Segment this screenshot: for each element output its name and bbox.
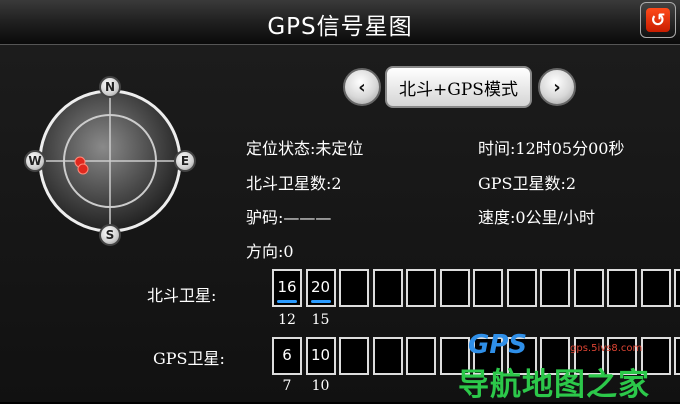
signal-bar xyxy=(310,300,331,303)
prev-mode-button[interactable]: ‹ xyxy=(343,68,381,106)
compass-dial xyxy=(38,89,182,233)
chevron-right-icon: › xyxy=(553,76,561,98)
satellite-id: 15 xyxy=(311,312,330,328)
satellite-compass: N S W E xyxy=(22,76,198,246)
satellite-id: 7 xyxy=(282,378,292,394)
beidou-count: 北斗卫星数:2 xyxy=(246,174,342,193)
satellite-slot: 6 xyxy=(272,337,302,375)
satellite-slot xyxy=(339,337,369,375)
page-title: GPS信号星图 xyxy=(267,14,413,40)
satellite-slot xyxy=(506,269,537,307)
watermark-logo: GPS xyxy=(468,330,528,360)
satellite-signal-value: 20 xyxy=(310,278,331,296)
satellite-slot xyxy=(473,269,503,307)
satellite-slot xyxy=(540,269,570,307)
satellite-dot xyxy=(77,163,89,175)
gps-count: GPS卫星数:2 xyxy=(478,174,577,193)
speed-readout: 速度:0公里/小时 xyxy=(478,208,595,227)
satellite-slot xyxy=(674,337,680,375)
satellite-signal-value: 6 xyxy=(282,346,292,364)
satellite-slot xyxy=(439,269,470,307)
satellite-slot xyxy=(372,337,403,375)
satellite-slot xyxy=(674,269,680,307)
back-button[interactable]: ↺ xyxy=(640,2,676,38)
satellite-slot xyxy=(372,269,403,307)
watermark-text: 导航地图之家 xyxy=(458,367,650,403)
satellite-slot: 16 xyxy=(272,269,302,307)
satellite-signal-value: 10 xyxy=(310,346,331,364)
compass-east: E xyxy=(174,150,196,172)
compass-north: N xyxy=(99,76,121,98)
satellite-slot xyxy=(607,269,637,307)
satellite-slot xyxy=(640,269,671,307)
chevron-left-icon: ‹ xyxy=(358,76,366,98)
satellite-slot: 20 xyxy=(305,269,336,307)
title-bar: GPS信号星图 ↺ xyxy=(0,0,680,45)
next-mode-button[interactable]: › xyxy=(538,68,576,106)
mode-label[interactable]: 北斗+GPS模式 xyxy=(385,66,532,108)
satellite-slot xyxy=(406,337,436,375)
altitude-readout: 驴码:——— xyxy=(246,208,332,227)
satellite-id: 10 xyxy=(311,378,330,394)
satellite-slot xyxy=(339,269,369,307)
gps-row-label: GPS卫星: xyxy=(153,349,225,368)
watermark-url: gps.5ivs8.com xyxy=(570,343,643,354)
compass-south: S xyxy=(99,224,121,246)
back-arrow-icon: ↺ xyxy=(646,8,670,32)
compass-west: W xyxy=(24,150,46,172)
fix-status: 定位状态:未定位 xyxy=(246,139,364,158)
satellite-slot: 10 xyxy=(305,337,336,375)
satellite-signal-value: 16 xyxy=(277,278,297,296)
satellite-id: 12 xyxy=(278,312,296,328)
satellite-slot xyxy=(406,269,436,307)
satellite-slot xyxy=(573,269,604,307)
time-readout: 时间:12时05分00秒 xyxy=(478,139,625,158)
signal-bar xyxy=(277,300,297,303)
beidou-row-label: 北斗卫星: xyxy=(147,286,217,305)
heading-readout: 方向:0 xyxy=(246,242,294,261)
